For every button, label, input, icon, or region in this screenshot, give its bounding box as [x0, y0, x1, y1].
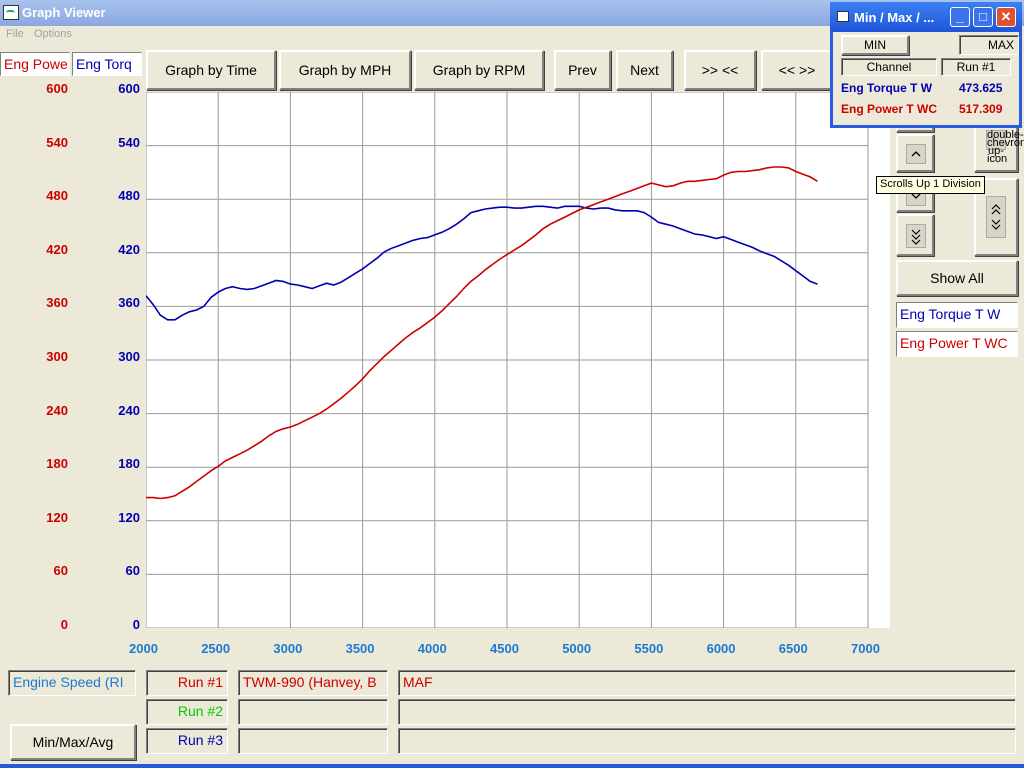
run-1-note[interactable]: MAF [398, 670, 1016, 696]
x-tick-label: 6500 [778, 641, 808, 656]
run-2-file[interactable] [238, 699, 388, 725]
y-tick-label-left: 240 [46, 402, 68, 418]
prev-button[interactable]: Prev [554, 50, 611, 90]
zoom-in-button[interactable]: >> << [684, 50, 756, 90]
x-tick-label: 3500 [345, 641, 375, 656]
minmax-row-value: 473.625 [959, 81, 1003, 95]
minmax-avg-button[interactable]: Min/Max/Avg [10, 724, 136, 760]
run-2-note[interactable] [398, 699, 1016, 725]
chevron-up-icon [906, 144, 926, 164]
minmax-row-value: 517.309 [959, 102, 1003, 116]
x-tick-label: 5500 [634, 641, 664, 656]
run-3-label[interactable]: Run #3 [146, 728, 228, 754]
legend-torque[interactable]: Eng Torque T W [896, 302, 1018, 328]
x-tick-label: 5000 [562, 641, 592, 656]
menu-file[interactable]: File [6, 28, 24, 40]
graph-by-rpm-button[interactable]: Graph by RPM [414, 50, 544, 90]
minmax-row-channel: Eng Power T WC [841, 102, 937, 116]
series-line-eng-power-t-wc [146, 166, 818, 500]
run-header: Run #1 [941, 58, 1011, 76]
scroll-bottom-button[interactable] [896, 214, 934, 256]
x-tick-label: 4000 [417, 641, 447, 656]
channel-header: Channel [841, 58, 937, 76]
y-tick-label-right: 0 [132, 617, 140, 632]
x-channel-select[interactable]: Engine Speed (RI [8, 670, 136, 696]
run-1-file[interactable]: TWM-990 (Hanvey, B [238, 670, 388, 696]
y-tick-label-right: 120 [118, 509, 140, 525]
y-tick-label-right: 600 [118, 81, 140, 96]
y-tick-label-right: 300 [118, 349, 140, 364]
y-tick-label-left: 120 [46, 509, 68, 525]
y-tick-label-right: 240 [118, 402, 140, 418]
y-tick-label-left: 180 [46, 456, 68, 472]
double-chevron-down-icon [906, 224, 926, 248]
window-title: Graph Viewer [22, 5, 106, 20]
minmax-window: Min / Max / ... _ □ ✕ MIN MAX Channel Ru… [830, 2, 1022, 128]
series-line-eng-torque-t-w [145, 205, 818, 321]
graph-by-time-button[interactable]: Graph by Time [146, 50, 276, 90]
minmax-title: Min / Max / ... [854, 10, 935, 25]
next-button[interactable]: Next [616, 50, 673, 90]
y-tick-label-right: 540 [118, 134, 140, 150]
run-2-label[interactable]: Run #2 [146, 699, 228, 725]
tooltip: Scrolls Up 1 Division [876, 176, 985, 194]
x-tick-label: 7000 [851, 641, 880, 656]
window-icon [837, 11, 849, 22]
x-tick-label: 4500 [490, 641, 519, 656]
run-3-file[interactable] [238, 728, 388, 754]
show-all-button[interactable]: Show All [896, 260, 1018, 296]
y-tick-label-right: 60 [125, 563, 140, 579]
y-tick-label-left: 600 [46, 81, 68, 96]
minmax-row-channel: Eng Torque T W [841, 81, 933, 95]
plot-area[interactable] [145, 91, 890, 629]
x-tick-label: 2000 [129, 641, 158, 656]
y-tick-label-right: 420 [118, 241, 140, 257]
x-tick-label: 3000 [273, 641, 303, 656]
max-button[interactable]: MAX [959, 35, 1019, 55]
power-channel-select[interactable]: Eng Powe [0, 52, 70, 76]
y-tick-label-left: 300 [46, 349, 68, 364]
menu-options[interactable]: Options [34, 28, 72, 40]
graph-app-icon [3, 5, 19, 20]
y-tick-label-left: 60 [53, 563, 68, 579]
run-3-note[interactable] [398, 728, 1016, 754]
torque-channel-select[interactable]: Eng Torq [72, 52, 142, 76]
legend-power[interactable]: Eng Power T WC [896, 331, 1018, 357]
y-tick-label-right: 480 [118, 188, 140, 204]
y-tick-label-right: 360 [118, 295, 140, 311]
scroll-up-button[interactable] [896, 134, 934, 172]
expand-vertical-icon [986, 196, 1006, 238]
x-tick-label: 2500 [201, 641, 231, 656]
y-tick-label-left: 480 [46, 188, 68, 204]
minimize-icon[interactable]: _ [950, 7, 970, 27]
y-tick-label-left: 0 [60, 617, 68, 632]
line-chart [145, 91, 869, 629]
zoom-out-button[interactable]: << >> [761, 50, 833, 90]
maximize-icon[interactable]: □ [973, 7, 993, 27]
double-chevron-up-icon: double-chevron-up-icon [986, 129, 1024, 165]
minmax-titlebar: Min / Max / ... _ □ ✕ [830, 2, 1022, 32]
x-tick-label: 6000 [706, 641, 736, 656]
y-tick-label-right: 180 [118, 456, 140, 472]
graph-by-mph-button[interactable]: Graph by MPH [279, 50, 411, 90]
y-tick-label-left: 540 [46, 134, 68, 150]
min-button[interactable]: MIN [841, 35, 909, 55]
y-tick-label-left: 420 [46, 241, 68, 257]
close-icon[interactable]: ✕ [996, 7, 1016, 27]
run-1-label[interactable]: Run #1 [146, 670, 228, 696]
y-tick-label-left: 360 [46, 295, 68, 311]
taskbar-edge [0, 764, 1024, 768]
